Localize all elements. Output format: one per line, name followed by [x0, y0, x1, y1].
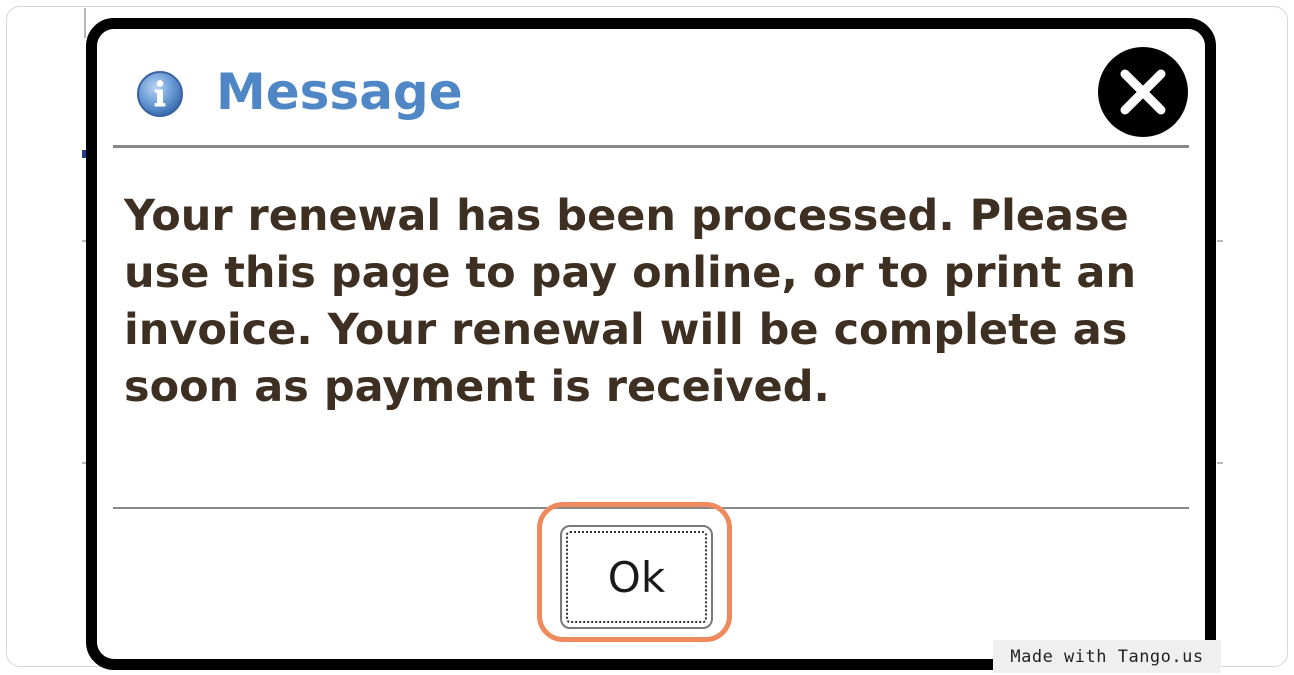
dialog-title: Message — [216, 63, 463, 121]
background-divider — [1217, 462, 1223, 464]
info-icon — [137, 71, 183, 117]
dialog-message: Your renewal has been processed. Please … — [124, 191, 1137, 412]
watermark: Made with Tango.us — [993, 640, 1221, 673]
ok-button[interactable]: Ok — [560, 525, 713, 629]
close-button[interactable] — [1098, 47, 1188, 137]
background-divider — [84, 8, 86, 38]
background-divider — [1217, 240, 1223, 242]
header-divider — [113, 145, 1189, 148]
close-icon — [1120, 69, 1166, 115]
